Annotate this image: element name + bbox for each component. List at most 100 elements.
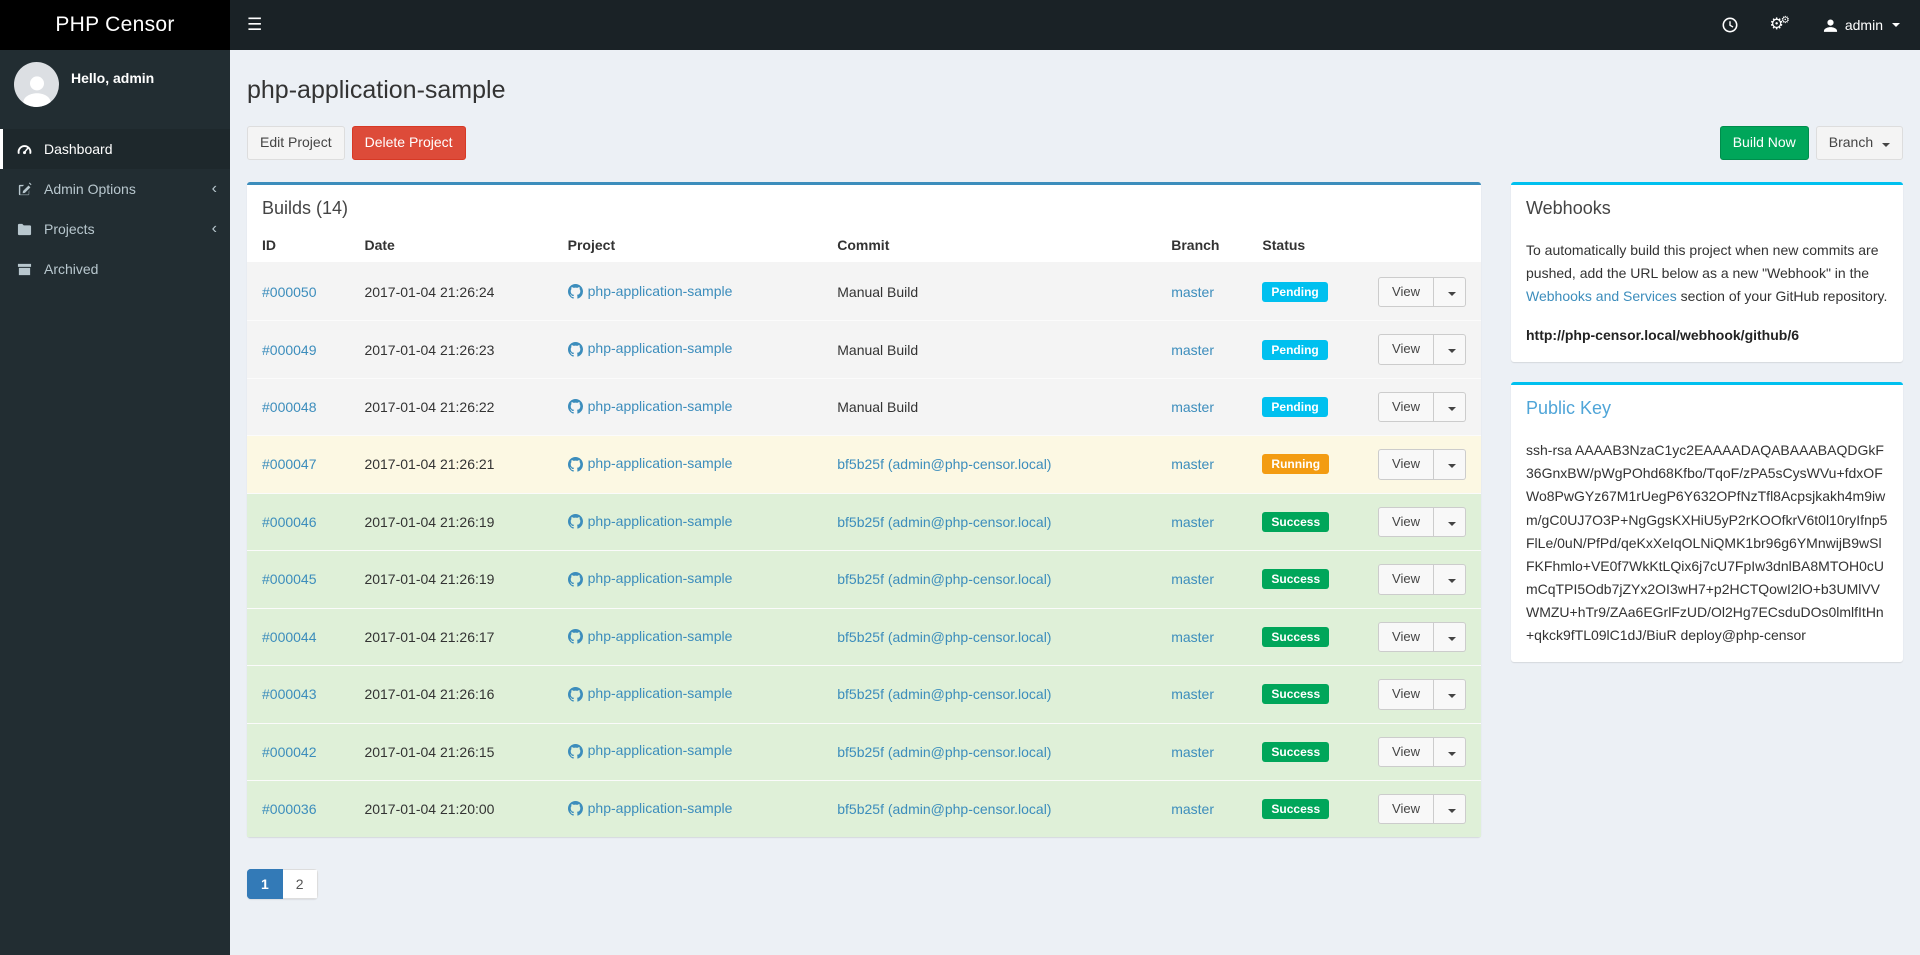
view-dropdown-toggle[interactable] [1434, 334, 1466, 365]
view-button[interactable]: View [1378, 276, 1434, 308]
navbar-right: ⚙⚙ admin [1706, 0, 1920, 50]
public-key-value: ssh-rsa AAAAB3NzaC1yc2EAAAADAQABAAABAQDG… [1526, 442, 1888, 643]
build-id-link[interactable]: #000050 [262, 284, 317, 300]
build-id-link[interactable]: #000044 [262, 629, 317, 645]
gears-icon: ⚙⚙ [1769, 15, 1790, 33]
commit-link[interactable]: bf5b25f (admin@php-censor.local) [837, 629, 1051, 645]
sidebar-item-dashboard[interactable]: Dashboard [0, 129, 230, 169]
sidebar-item-projects[interactable]: Projects ‹ [0, 209, 230, 249]
view-button[interactable]: View [1378, 391, 1434, 423]
view-dropdown-toggle[interactable] [1434, 679, 1466, 710]
view-dropdown-toggle[interactable] [1434, 449, 1466, 480]
view-button[interactable]: View [1378, 334, 1434, 365]
view-dropdown-toggle[interactable] [1434, 564, 1466, 595]
branch-link[interactable]: master [1171, 342, 1214, 358]
project-link[interactable]: php-application-sample [567, 628, 732, 644]
archive-icon [16, 262, 33, 277]
view-button[interactable]: View [1378, 449, 1434, 480]
commit-link[interactable]: bf5b25f (admin@php-censor.local) [837, 686, 1051, 702]
branch-link[interactable]: master [1171, 686, 1214, 702]
branch-link[interactable]: master [1171, 744, 1214, 760]
project-link[interactable]: php-application-sample [567, 742, 732, 759]
build-queue-button[interactable] [1706, 0, 1754, 50]
project-link[interactable]: php-application-sample [567, 397, 733, 414]
project-link[interactable]: php-application-sample [567, 340, 732, 357]
caret-down-icon [1448, 464, 1456, 469]
caret-down-icon [1448, 291, 1456, 296]
commit-link[interactable]: Manual Build [837, 284, 918, 300]
build-id-link[interactable]: #000049 [262, 342, 317, 358]
status-badge: Pending [1262, 397, 1328, 417]
build-id-link[interactable]: #000045 [262, 571, 317, 587]
project-link[interactable]: php-application-sample [567, 283, 732, 299]
view-dropdown-toggle[interactable] [1434, 736, 1466, 767]
view-dropdown-toggle[interactable] [1434, 793, 1466, 825]
project-link[interactable]: php-application-sample [567, 685, 732, 702]
github-icon [567, 571, 583, 587]
commit-link[interactable]: bf5b25f (admin@php-censor.local) [837, 571, 1051, 587]
view-button[interactable]: View [1378, 506, 1434, 538]
status-badge: Success [1262, 569, 1330, 590]
build-now-button[interactable]: Build Now [1719, 126, 1809, 160]
github-icon [567, 456, 583, 472]
sidebar-greeting: Hello, admin [71, 69, 155, 86]
branch-link[interactable]: master [1171, 514, 1214, 530]
webhooks-panel-title: Webhooks [1526, 197, 1611, 218]
branch-link[interactable]: master [1171, 801, 1214, 817]
webhooks-and-services-link[interactable]: Webhooks and Services [1526, 288, 1677, 304]
pagination-page-1[interactable]: 1 [247, 869, 283, 900]
caret-down-icon [1448, 406, 1456, 411]
sidebar-item-admin-options[interactable]: Admin Options ‹ [0, 169, 230, 209]
main-header: PHP Censor ☰ ⚙⚙ admin [0, 0, 1920, 50]
commit-link[interactable]: bf5b25f (admin@php-censor.local) [837, 456, 1051, 472]
view-dropdown-toggle[interactable] [1434, 506, 1466, 538]
view-button[interactable]: View [1378, 736, 1434, 767]
view-dropdown-toggle[interactable] [1434, 621, 1466, 653]
build-id-link[interactable]: #000042 [262, 744, 317, 760]
sidebar-item-archived[interactable]: Archived [0, 249, 230, 289]
branch-dropdown-button[interactable]: Branch [1815, 126, 1903, 160]
project-link[interactable]: php-application-sample [567, 455, 732, 472]
status-badge: Success [1262, 741, 1330, 762]
build-id-link[interactable]: #000046 [262, 514, 317, 530]
sidebar-item-label: Admin Options [44, 181, 136, 197]
project-link-label: php-application-sample [587, 397, 733, 414]
commit-link[interactable]: Manual Build [837, 399, 918, 415]
project-link[interactable]: php-application-sample [567, 513, 732, 529]
app-logo[interactable]: PHP Censor [0, 0, 230, 50]
edit-project-button[interactable]: Edit Project [247, 126, 345, 160]
build-date: 2017-01-04 21:26:15 [356, 722, 560, 781]
view-button[interactable]: View [1378, 621, 1434, 653]
branch-link[interactable]: master [1171, 571, 1214, 587]
build-id-link[interactable]: #000048 [262, 399, 317, 415]
commit-link[interactable]: bf5b25f (admin@php-censor.local) [837, 801, 1051, 817]
build-id-link[interactable]: #000047 [262, 456, 317, 472]
column-header-id: ID [247, 226, 357, 264]
view-button[interactable]: View [1378, 793, 1434, 825]
view-dropdown-toggle[interactable] [1434, 391, 1466, 423]
commit-link[interactable]: bf5b25f (admin@php-censor.local) [837, 744, 1051, 760]
pagination-page-2[interactable]: 2 [282, 869, 318, 900]
user-menu[interactable]: admin [1809, 0, 1920, 50]
view-dropdown-toggle[interactable] [1434, 276, 1466, 308]
column-header-project: Project [559, 226, 830, 264]
branch-link[interactable]: master [1171, 399, 1214, 415]
project-link[interactable]: php-application-sample [567, 800, 732, 817]
sidebar-toggle-button[interactable]: ☰ [230, 0, 279, 50]
build-id-link[interactable]: #000036 [262, 801, 317, 817]
project-link[interactable]: php-application-sample [567, 570, 732, 587]
view-button[interactable]: View [1378, 679, 1434, 710]
build-date: 2017-01-04 21:20:00 [356, 779, 560, 838]
github-icon [567, 399, 583, 414]
status-badge: Pending [1262, 282, 1328, 303]
branch-link[interactable]: master [1171, 456, 1214, 472]
build-id-link[interactable]: #000043 [262, 686, 317, 702]
view-button[interactable]: View [1378, 564, 1434, 595]
github-icon [567, 514, 583, 529]
commit-link[interactable]: Manual Build [837, 342, 918, 358]
settings-button[interactable]: ⚙⚙ [1754, 0, 1809, 50]
branch-link[interactable]: master [1171, 629, 1214, 645]
commit-link[interactable]: bf5b25f (admin@php-censor.local) [837, 514, 1051, 530]
branch-link[interactable]: master [1171, 284, 1214, 300]
delete-project-button[interactable]: Delete Project [351, 126, 466, 160]
